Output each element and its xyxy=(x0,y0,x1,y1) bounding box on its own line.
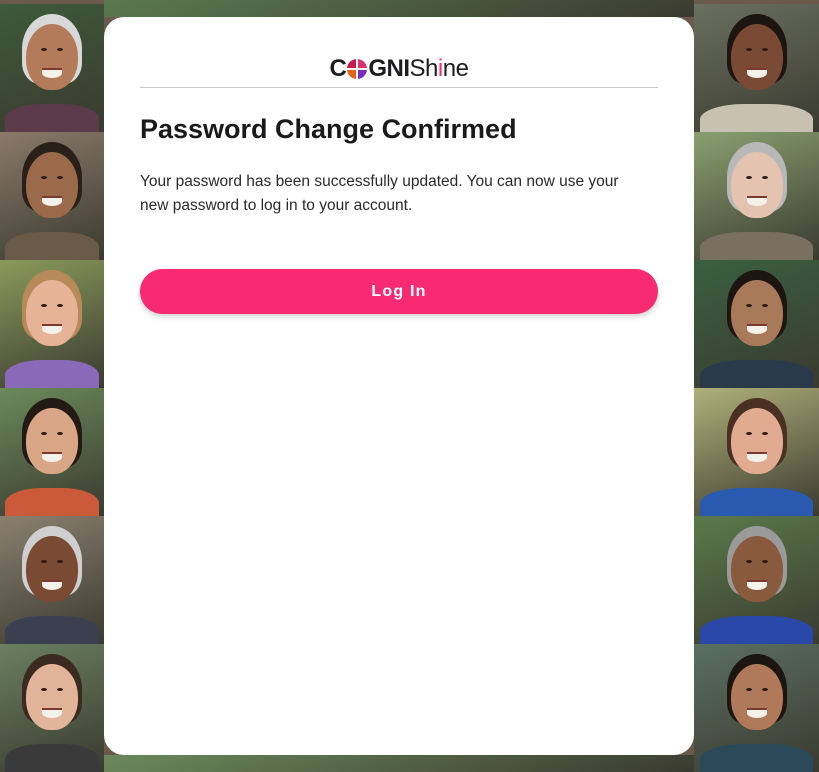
portrait-photo xyxy=(694,132,819,260)
portrait-photo xyxy=(0,516,104,644)
portrait-photo xyxy=(0,260,104,388)
portrait-photo xyxy=(694,260,819,388)
cognishine-logo: C GNIShine xyxy=(104,55,694,83)
portrait-photo xyxy=(0,4,104,132)
portrait-photo xyxy=(0,644,104,772)
portrait-photo xyxy=(0,132,104,260)
portrait-photo xyxy=(104,0,694,17)
logo-text-gni: GNI xyxy=(368,55,410,82)
portrait-photo xyxy=(0,388,104,516)
header-divider xyxy=(140,87,658,88)
portrait-photo xyxy=(694,388,819,516)
confirmation-card: C GNIShine Password Change Confirmed Your… xyxy=(104,17,694,755)
portrait-photo xyxy=(104,755,694,772)
log-in-button[interactable]: Log In xyxy=(140,269,658,314)
page-title: Password Change Confirmed xyxy=(140,114,517,144)
logo-text-ne: ne xyxy=(442,55,469,82)
portrait-photo xyxy=(694,4,819,132)
portrait-photo xyxy=(694,644,819,772)
confirmation-message: Your password has been successfully upda… xyxy=(140,173,619,214)
logo-text-c: C xyxy=(329,55,347,82)
portrait-photo xyxy=(694,516,819,644)
logo-text-sh: Sh xyxy=(409,55,439,82)
logo-o-icon xyxy=(347,59,368,79)
